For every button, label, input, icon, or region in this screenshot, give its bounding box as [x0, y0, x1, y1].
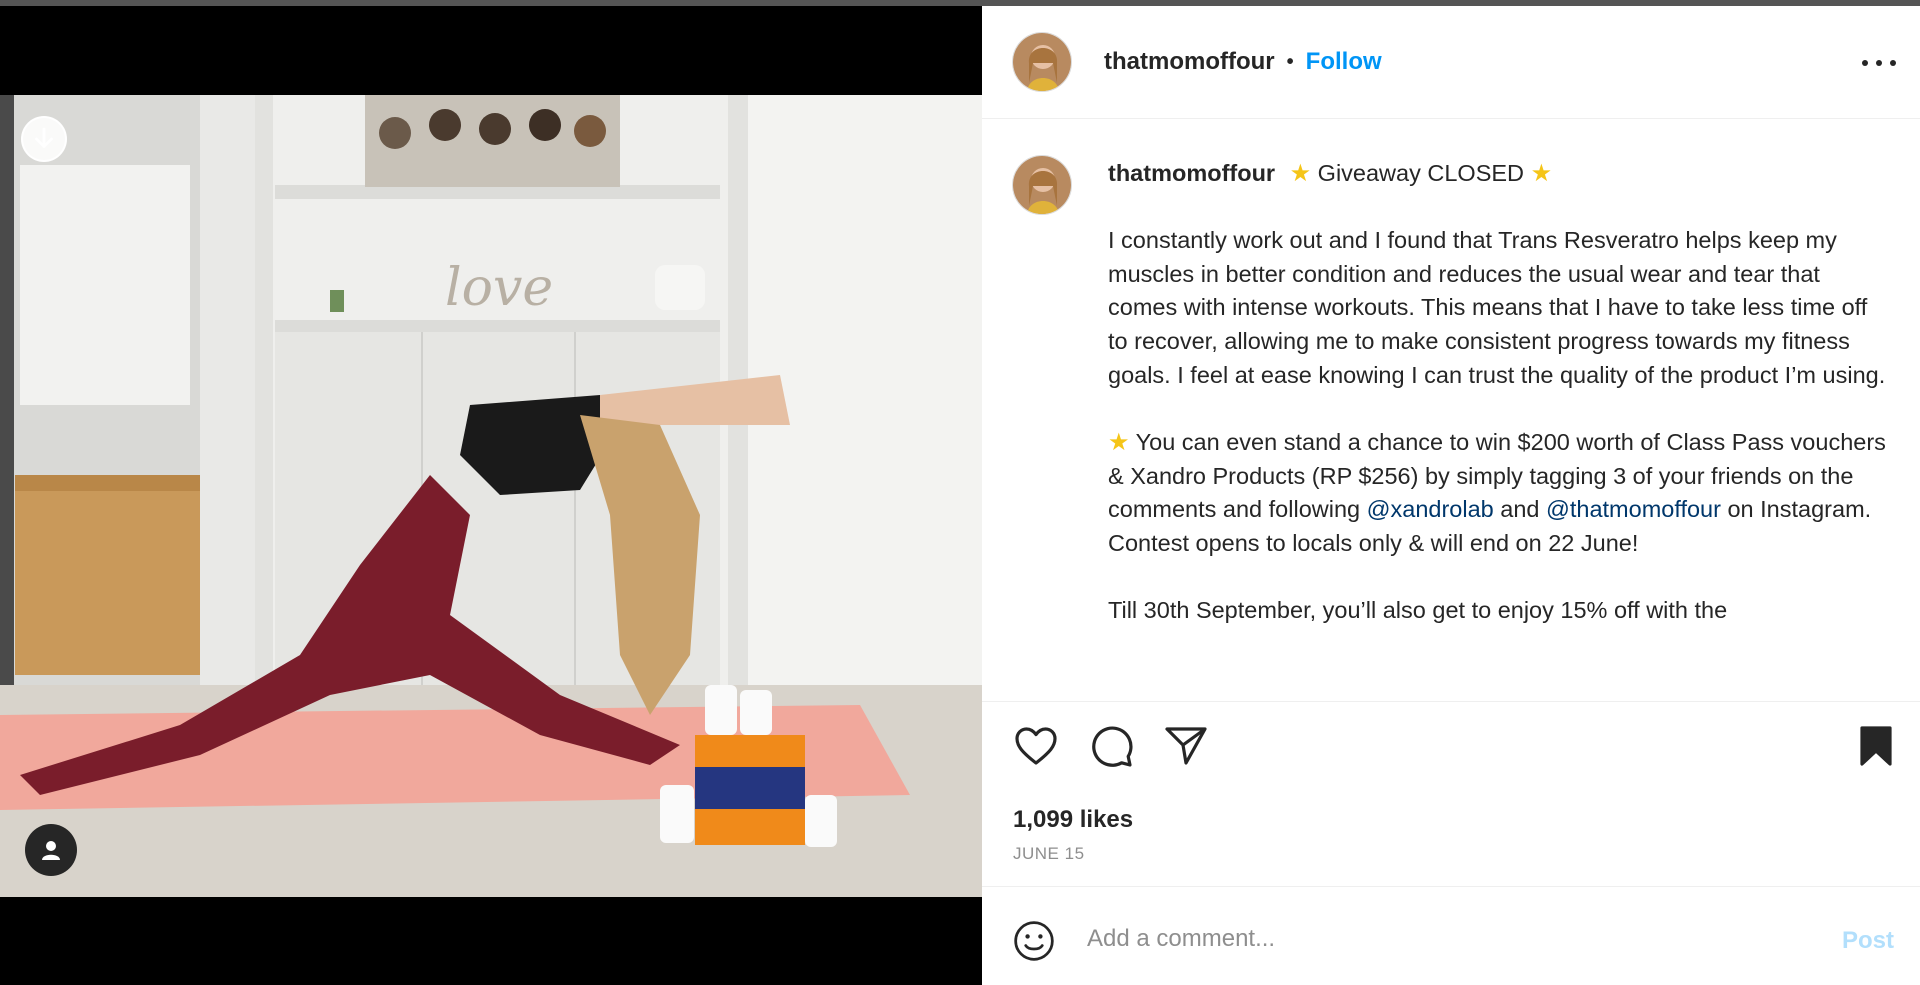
likes-count[interactable]: 1,099 likes — [1013, 806, 1133, 834]
post-comment-button[interactable]: Post — [1842, 927, 1894, 955]
star-icon: ★ — [1108, 428, 1130, 456]
smiley-icon — [1014, 921, 1054, 961]
caption-area[interactable]: thatmomoffour ★ Giveaway CLOSED ★ I cons… — [982, 119, 1920, 702]
star-icon: ★ — [1289, 160, 1312, 187]
svg-text:love: love — [445, 258, 553, 318]
star-icon: ★ — [1530, 160, 1553, 187]
yoga-photo-illustration: love — [0, 95, 982, 897]
mention-link-thatmomoffour[interactable]: @thatmomoffour — [1546, 496, 1721, 522]
caption-title-line: thatmomoffour ★ Giveaway CLOSED ★ — [1108, 157, 1888, 191]
more-options-button[interactable] — [1862, 56, 1896, 70]
caption-title: Giveaway CLOSED — [1317, 160, 1525, 186]
header-user-row: thatmomoffour • Follow — [1104, 48, 1382, 76]
user-icon — [42, 841, 60, 860]
caption-paragraph-1: I constantly work out and I found that T… — [1108, 226, 1886, 388]
comment-button[interactable] — [1087, 722, 1135, 770]
author-avatar[interactable] — [1012, 32, 1072, 92]
post-actions — [982, 702, 1920, 787]
share-button[interactable] — [1162, 722, 1210, 770]
tagged-users-button[interactable] — [25, 824, 77, 876]
separator-dot: • — [1286, 50, 1294, 73]
emoji-button[interactable] — [1012, 919, 1056, 963]
avatar-photo — [1013, 156, 1071, 214]
download-button[interactable] — [21, 116, 67, 162]
more-dot — [1876, 60, 1882, 66]
caption-username[interactable]: thatmomoffour — [1108, 160, 1275, 186]
follow-button[interactable]: Follow — [1306, 48, 1382, 76]
paper-plane-icon — [1165, 727, 1207, 765]
save-button[interactable] — [1852, 722, 1900, 770]
comment-bubble-icon — [1092, 726, 1133, 767]
paragraph-2-and: and — [1500, 496, 1540, 523]
comment-bar: Post — [982, 886, 1920, 985]
comment-input[interactable] — [1087, 917, 1777, 961]
bookmark-filled-icon — [1860, 726, 1892, 766]
heart-icon — [1015, 727, 1057, 765]
caption-paragraph-2: ★ You can even stand a chance to win $20… — [1108, 426, 1888, 561]
post-date[interactable]: JUNE 15 — [1013, 844, 1085, 864]
caption-author-avatar[interactable] — [1012, 155, 1072, 215]
author-username[interactable]: thatmomoffour — [1104, 48, 1275, 76]
caption-paragraph-3: Till 30th September, you’ll also get to … — [1108, 596, 1728, 623]
post-header: thatmomoffour • Follow — [982, 6, 1920, 119]
mention-link-xandrolab[interactable]: @xandrolab — [1367, 496, 1494, 522]
avatar-photo — [1013, 33, 1071, 91]
more-horizontal-icon — [1862, 60, 1868, 66]
caption-text: thatmomoffour ★ Giveaway CLOSED ★ I cons… — [1108, 157, 1888, 628]
arrow-down-circle-icon — [35, 127, 53, 148]
post-photo[interactable]: love — [0, 95, 982, 897]
more-dot — [1890, 60, 1896, 66]
post-side-panel: thatmomoffour • Follow thatmomoffour ★ G… — [982, 6, 1920, 985]
like-button[interactable] — [1012, 722, 1060, 770]
post-media: love — [0, 6, 982, 985]
